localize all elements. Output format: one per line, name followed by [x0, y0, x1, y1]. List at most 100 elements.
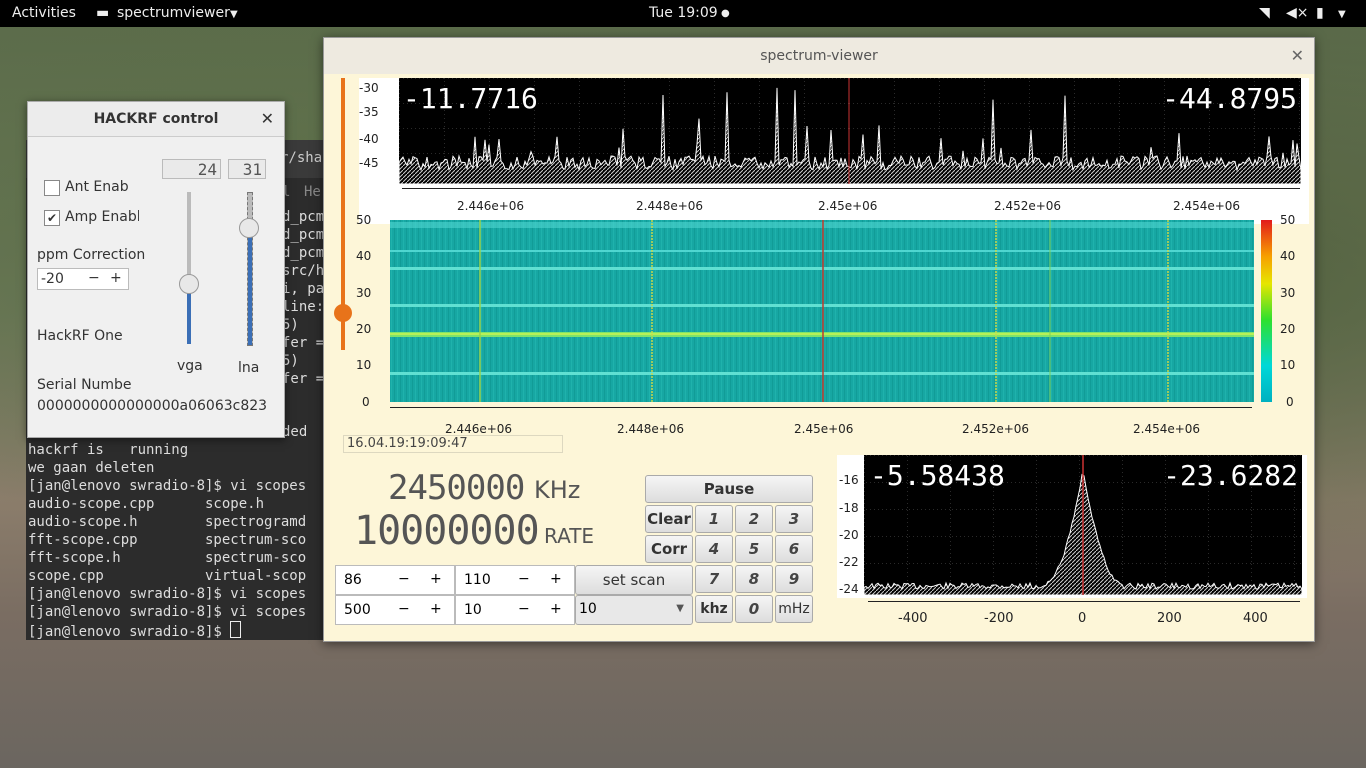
bottom-x-tick: 0 — [1078, 611, 1087, 626]
key-4-button[interactable]: 4 — [695, 535, 733, 563]
terminal-partial-line: i, pa — [282, 281, 325, 297]
close-icon[interactable]: ✕ — [1291, 38, 1304, 74]
lna-slider-handle[interactable] — [239, 218, 259, 238]
waterfall-plot[interactable] — [390, 220, 1254, 402]
decrement-button[interactable]: − — [518, 571, 530, 587]
scale-tick: 40 — [1280, 249, 1296, 263]
bottom-y-tick: -16 — [839, 473, 859, 487]
scan-delay-spinbox[interactable]: 10 − + — [455, 595, 575, 625]
key-8-button[interactable]: 8 — [735, 565, 773, 593]
volume-muted-icon[interactable]: ◀× — [1286, 5, 1309, 21]
ppm-decrement-button[interactable]: − — [88, 270, 100, 286]
wifi-icon[interactable]: ◥ — [1259, 5, 1270, 21]
wf-x-tick: 2.454e+06 — [1133, 422, 1201, 436]
key-5-button[interactable]: 5 — [735, 535, 773, 563]
ppm-increment-button[interactable]: + — [110, 270, 122, 286]
decrement-button[interactable]: − — [398, 571, 410, 587]
corr-button[interactable]: Corr — [645, 535, 693, 563]
bottom-x-tick: -200 — [984, 611, 1014, 626]
top-x-tick: 2.45e+06 — [818, 199, 878, 213]
decrement-button[interactable]: − — [398, 601, 410, 617]
top-right-value: -44.8795 — [1162, 82, 1297, 115]
terminal-prompt-line[interactable]: [jan@lenovo swradio-8]$ — [28, 621, 242, 640]
rate-display: 10000000 — [354, 508, 540, 554]
combobox-value: 10 — [579, 601, 597, 617]
app-menu[interactable]: spectrumviewer — [117, 5, 230, 21]
clear-button[interactable]: Clear — [645, 505, 693, 533]
key-2-button[interactable]: 2 — [735, 505, 773, 533]
wf-y-tick: 20 — [356, 322, 372, 336]
lna-label: lna — [238, 360, 260, 376]
lna-lcd: 31 — [228, 159, 266, 179]
checkmark-icon: ✔ — [46, 211, 58, 225]
top-left-value: -11.7716 — [403, 82, 538, 115]
wf-x-tick: 2.446e+06 — [445, 422, 513, 436]
key-3-button[interactable]: 3 — [775, 505, 813, 533]
terminal-partial-line: d_pcm — [282, 209, 325, 225]
increment-button[interactable]: + — [430, 571, 442, 587]
main-title: spectrum-viewer — [760, 48, 878, 64]
notification-dot-icon: ● — [721, 8, 730, 19]
vga-slider[interactable] — [187, 192, 191, 344]
terminal-line: fft-scope.cpp spectrum-sco — [28, 532, 307, 548]
vga-slider-handle[interactable] — [179, 274, 199, 294]
top-x-tick: 2.448e+06 — [636, 199, 704, 213]
close-icon[interactable]: ✕ — [261, 102, 274, 136]
ppm-spinbox[interactable]: -20 − + — [37, 268, 129, 290]
terminal-line: [jan@lenovo swradio-8]$ vi scopes — [28, 586, 307, 602]
wf-x-tick: 2.45e+06 — [794, 422, 854, 436]
top-y-tick: -45 — [359, 156, 379, 170]
key-0-button[interactable]: 0 — [735, 595, 773, 623]
top-x-tick: 2.446e+06 — [457, 199, 525, 213]
khz-button[interactable]: khz — [695, 595, 733, 623]
bottom-left-value: -5.58438 — [870, 459, 1005, 492]
wf-y-tick: 50 — [356, 213, 372, 227]
key-1-button[interactable]: 1 — [695, 505, 733, 533]
vga-label: vga — [177, 358, 203, 374]
terminal-partial-line: d_pcm — [282, 227, 325, 243]
top-spectrum-plot[interactable]: -11.7716 -44.8795 — [399, 78, 1301, 184]
system-menu-chevron-icon[interactable]: ▼ — [1338, 9, 1346, 20]
hackrf-control-window[interactable]: HACKRF control ✕ 24 31 Ant Enabl ✔ Amp E… — [27, 101, 285, 438]
waterfall-svg — [390, 220, 1254, 402]
spectrum-viewer-window[interactable]: spectrum-viewer ✕ -11.7716 -44.8795 -30 … — [323, 37, 1315, 642]
increment-button[interactable]: + — [550, 571, 562, 587]
scan-end-spinbox[interactable]: 110 − + — [455, 565, 575, 595]
rate-label: RATE — [544, 524, 595, 548]
scan-step-spinbox[interactable]: 500 − + — [335, 595, 455, 625]
bottom-x-tick: 200 — [1157, 611, 1182, 626]
pause-button[interactable]: Pause — [645, 475, 813, 503]
activities-button[interactable]: Activities — [12, 5, 76, 21]
increment-button[interactable]: + — [550, 601, 562, 617]
lna-slider[interactable] — [247, 192, 253, 346]
bottom-x-tick: 400 — [1243, 611, 1268, 626]
interval-combobox[interactable]: 10 ▼ — [575, 595, 693, 625]
key-6-button[interactable]: 6 — [775, 535, 813, 563]
ant-enable-checkbox[interactable] — [44, 180, 60, 196]
battery-icon[interactable]: ▮ — [1316, 5, 1324, 21]
increment-button[interactable]: + — [430, 601, 442, 617]
bottom-x-axis — [868, 601, 1300, 602]
bottom-spectrum-plot[interactable]: -5.58438 -23.6282 — [864, 455, 1302, 595]
terminal-tab2-partial: He — [304, 184, 321, 200]
ppm-label: ppm Correction — [37, 247, 146, 263]
device-name: HackRF One — [37, 328, 123, 344]
key-7-button[interactable]: 7 — [695, 565, 733, 593]
hackrf-title: HACKRF control — [93, 111, 219, 127]
scale-tick: 10 — [1280, 358, 1296, 372]
mhz-button[interactable]: mHz — [775, 595, 813, 623]
gain-slider-handle[interactable] — [334, 304, 352, 322]
bottom-y-tick: -22 — [839, 555, 859, 569]
clock[interactable]: Tue 19:09 — [649, 5, 718, 21]
top-x-axis — [402, 188, 1300, 189]
decrement-button[interactable]: − — [518, 601, 530, 617]
wf-y-tick: 40 — [356, 249, 372, 263]
amp-enable-checkbox[interactable]: ✔ — [44, 210, 60, 226]
color-scale-bar — [1261, 220, 1272, 402]
terminal-partial-line: fer = — [282, 371, 325, 387]
vga-lcd: 24 — [162, 159, 221, 179]
set-scan-button[interactable]: set scan — [575, 565, 693, 595]
key-9-button[interactable]: 9 — [775, 565, 813, 593]
scan-start-spinbox[interactable]: 86 − + — [335, 565, 455, 595]
spinbox-value: 10 — [464, 602, 482, 618]
